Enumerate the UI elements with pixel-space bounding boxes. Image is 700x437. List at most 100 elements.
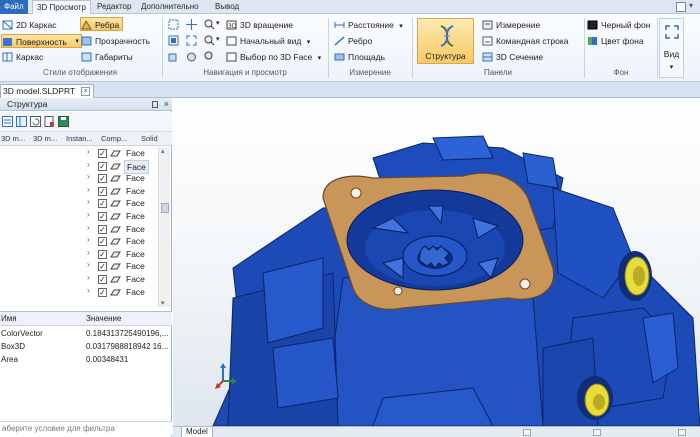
minimize-ribbon-icon[interactable]: ▾ [689,2,698,11]
initial-view-dropdown-icon[interactable]: ▾ [307,39,311,46]
pan-icon[interactable] [186,19,197,30]
property-row[interactable]: ColorVector 0.184313725490196,... [0,328,172,341]
expand-arrow-icon[interactable]: › [87,286,90,295]
select-3d-face-button[interactable]: Выбор по 3D Face ▾ [226,50,321,64]
value-column-header[interactable]: Значение [86,314,121,323]
tree-row[interactable]: › ✓ Face [0,159,158,174]
structure-button[interactable]: Структура [417,18,474,64]
expand-arrow-icon[interactable]: › [87,160,90,169]
zoom-out-icon[interactable] [204,35,215,46]
surface-dropdown-icon[interactable]: ▾ [75,35,79,49]
3d-model-render[interactable] [173,98,700,426]
tree-scrollbar[interactable]: ▴ ▾ [158,147,170,307]
view-button[interactable]: Вид ▾ [659,18,684,78]
tree-row[interactable]: › ✓ Face [0,172,158,185]
visibility-checkbox[interactable]: ✓ [98,186,107,196]
view-cube-icon[interactable] [168,51,179,62]
fit-view-icon[interactable] [168,35,179,46]
view-dropdown-icon[interactable]: ▾ [660,63,683,71]
expand-arrow-icon[interactable]: › [87,197,90,206]
section-3d-button[interactable]: 3D Сечение [482,50,543,64]
tree-view-icon[interactable] [16,116,27,127]
distance-dropdown-icon[interactable]: ▾ [399,23,403,30]
menu-file[interactable]: Файл [0,0,28,14]
column-header[interactable]: Solid [141,134,158,143]
refresh-icon[interactable] [30,116,41,127]
expand-arrow-icon[interactable]: › [87,260,90,269]
visibility-checkbox[interactable]: ✓ [98,249,107,259]
menu-advanced[interactable]: Дополнительно [137,0,203,14]
scroll-right-icon[interactable] [593,429,601,436]
rotation-3d-button[interactable]: 3D 3D вращение [226,18,293,32]
select-3d-face-dropdown-icon[interactable]: ▾ [318,55,322,62]
visibility-checkbox[interactable]: ✓ [98,224,107,234]
black-background-button[interactable]: Черный фон [587,18,650,32]
menu-output[interactable]: Вывод [211,0,243,14]
document-tab[interactable]: 3D model.SLDPRT × [0,84,95,98]
scroll-thumb[interactable] [161,203,169,213]
zoom-area-icon[interactable] [168,19,179,30]
tree-row[interactable]: › ✓ Face [0,210,158,223]
tree-row[interactable]: › ✓ Face [0,197,158,210]
tree-row[interactable]: › ✓ Face [0,185,158,198]
scroll-up-icon[interactable]: ▴ [161,147,165,155]
column-header[interactable]: 3D m... [1,134,25,143]
tree-row[interactable]: › ✓ Face [0,235,158,248]
visibility-checkbox[interactable]: ✓ [98,275,107,284]
visibility-checkbox[interactable]: ✓ [98,262,107,272]
zoom-in-icon[interactable] [204,19,215,30]
zoom-out-dropdown-icon[interactable]: ▾ [216,35,220,43]
expand-arrow-icon[interactable]: › [87,235,90,244]
visibility-checkbox[interactable]: ✓ [98,212,107,221]
expand-arrow-icon[interactable]: › [87,210,90,219]
scroll-end-icon[interactable] [678,429,686,436]
3d-viewport[interactable] [173,98,700,426]
expand-arrow-icon[interactable]: › [87,248,90,257]
edges-button[interactable]: Ребра [80,17,124,31]
transparency-button[interactable]: Прозрачность [81,34,150,48]
tree-row[interactable]: › ✓ Face [0,248,158,261]
tree-row[interactable]: › ✓ Face [0,147,158,160]
visibility-checkbox[interactable]: ✓ [98,199,107,209]
tree-row[interactable]: › ✓ Face [0,260,158,273]
command-line-button[interactable]: Командная строка [482,34,569,48]
surface-button[interactable]: Поверхность ▾ [1,34,82,48]
wireframe-2d-button[interactable]: 2D Каркас [2,18,57,32]
close-panel-icon[interactable]: × [164,98,169,111]
tree-row[interactable]: › ✓ Face [0,286,158,299]
measurement-panel-button[interactable]: Измерение [482,18,540,32]
visibility-checkbox[interactable]: ✓ [98,287,107,297]
background-color-button[interactable]: Цвет фона [587,34,644,48]
model-tab[interactable]: Model [181,427,213,437]
name-column-header[interactable]: Имя [1,314,17,323]
dimensions-button[interactable]: Габариты [81,50,133,64]
edge-measure-button[interactable]: Ребро [334,34,372,48]
column-header[interactable]: Comp... [101,134,127,143]
save-icon[interactable] [58,116,69,127]
visibility-checkbox[interactable]: ✓ [98,174,107,184]
fit-window-icon[interactable] [186,35,197,46]
column-header[interactable]: Instan... [66,134,93,143]
help-icon[interactable] [676,2,686,12]
scroll-down-icon[interactable]: ▾ [161,299,165,307]
property-row[interactable]: Area 0.00348431 [0,354,172,367]
close-tab-icon[interactable]: × [81,87,91,96]
expand-arrow-icon[interactable]: › [87,273,90,282]
export-icon[interactable] [44,116,55,127]
wireframe-button[interactable]: Каркас [2,50,43,64]
expand-arrow-icon[interactable]: › [87,223,90,232]
property-row[interactable]: Box3D 0.0317988818942 16... [0,341,172,354]
hand-icon[interactable] [186,51,197,62]
menu-editor[interactable]: Редактор [93,0,135,14]
visibility-checkbox[interactable]: ✓ [98,237,107,247]
pin-icon[interactable] [152,101,158,108]
tree-row[interactable]: › ✓ Face [0,223,158,236]
list-view-icon[interactable] [2,116,13,127]
visibility-checkbox[interactable]: ✓ [98,161,107,171]
scroll-left-icon[interactable] [523,429,531,436]
tree-row[interactable]: › ✓ Face [0,273,158,286]
filter-input[interactable]: аберите условие для фильтра [0,421,172,435]
distance-button[interactable]: Расстояние ▾ [334,18,403,32]
initial-view-button[interactable]: Начальный вид ▾ [226,34,310,48]
zoom-window-icon[interactable] [204,51,215,62]
